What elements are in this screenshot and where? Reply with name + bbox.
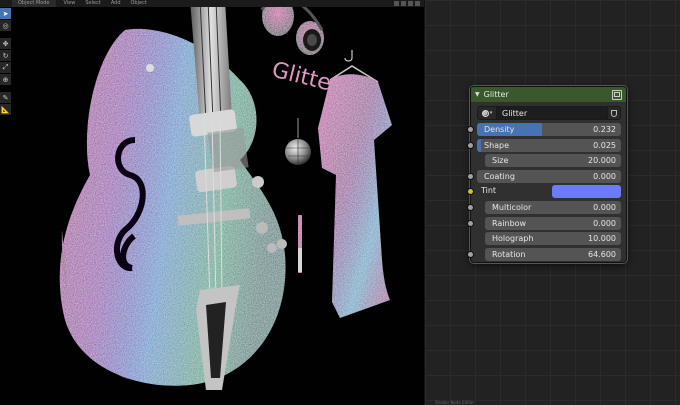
chevron-down-icon: ▾ [489, 110, 493, 116]
slider-label: Shape [484, 140, 510, 150]
slider-label: Multicolor [492, 202, 532, 212]
input-socket[interactable] [467, 141, 474, 149]
glitter-node[interactable]: ▼ Glitter ▾ Glitter Density 0.232 Shape 0.0… [467, 86, 627, 263]
node-group-icon[interactable] [612, 89, 622, 100]
input-row-coating: Coating 0.000 [467, 169, 626, 185]
input-row-size: Size 20.000 [471, 153, 626, 169]
shield-icon [611, 109, 617, 117]
fake-user-button[interactable] [608, 106, 621, 120]
viewport-render: Glitter [59, 0, 392, 390]
coating-slider[interactable]: Coating 0.000 [477, 169, 621, 183]
input-socket[interactable] [467, 203, 474, 211]
input-socket[interactable] [467, 126, 474, 133]
slider-value: 64.600 [588, 249, 616, 259]
slider-label: Coating [484, 171, 515, 181]
slider-value: 0.000 [593, 202, 616, 212]
slider-value: 10.000 [588, 234, 616, 244]
shader-node-editor[interactable]: ▼ Glitter ▾ Glitter Density 0.232 Shape 0.0… [424, 0, 680, 405]
annotate-tool-icon[interactable]: ✎ [0, 92, 11, 103]
transform-tool-icon[interactable]: ⊕ [0, 74, 11, 85]
node-group-browse-button[interactable]: ▾ [477, 106, 497, 120]
scale-tool-icon[interactable]: ⤢ [0, 62, 11, 73]
input-row-rotation: Rotation 64.600 [467, 247, 626, 263]
input-row-shape: Shape 0.025 [467, 138, 626, 154]
menu-select[interactable]: Select [83, 0, 102, 7]
node-group-name-field[interactable]: Glitter [497, 106, 608, 120]
holograph-slider[interactable]: Holograph 10.000 [485, 232, 621, 246]
multicolor-slider[interactable]: Multicolor 0.000 [485, 200, 621, 214]
slider-value: 0.000 [593, 171, 616, 181]
slider-value: 20.000 [588, 156, 616, 166]
slider-value: 0.232 [593, 125, 616, 134]
shading-icon[interactable] [415, 1, 420, 6]
slider-label: Size [492, 156, 509, 166]
editor-footer-text: Shader Node Editor [435, 400, 474, 405]
viewport-header: Object Mode View Select Add Object [0, 0, 424, 7]
density-slider[interactable]: Density 0.232 [477, 123, 621, 136]
3d-viewport[interactable]: Glitter Object Mode View Select Add Obje… [0, 0, 424, 405]
slider-value: 0.000 [593, 218, 616, 228]
menu-view[interactable]: View [62, 0, 78, 7]
node-title: Glitter [483, 90, 509, 99]
node-group-selector: ▾ Glitter [477, 106, 621, 120]
input-socket[interactable] [467, 172, 474, 180]
mode-dropdown[interactable]: Object Mode [12, 0, 56, 7]
input-socket[interactable] [467, 188, 474, 196]
rainbow-slider[interactable]: Rainbow 0.000 [485, 216, 621, 230]
node-header[interactable]: ▼ Glitter [471, 87, 626, 102]
input-socket[interactable] [467, 250, 474, 258]
input-row-tint: Tint [467, 184, 626, 200]
cursor-tool-icon[interactable]: ◎ [0, 20, 11, 31]
input-row-density: Density 0.232 [467, 122, 626, 138]
measure-tool-icon[interactable]: 📐 [0, 104, 11, 115]
slider-label: Rainbow [492, 218, 527, 228]
viewport-shading-buttons [392, 1, 424, 6]
slider-label: Holograph [492, 234, 534, 244]
collapse-arrow-icon[interactable]: ▼ [475, 91, 480, 98]
slider-label: Rotation [492, 249, 526, 259]
tint-label: Tint [481, 186, 497, 196]
slider-label: Density [484, 125, 515, 134]
shading-icon[interactable] [408, 1, 413, 6]
shading-icon[interactable] [401, 1, 406, 6]
size-slider[interactable]: Size 20.000 [485, 154, 621, 168]
slider-value: 0.025 [593, 140, 616, 150]
rotate-tool-icon[interactable]: ↻ [0, 50, 11, 61]
input-row-rainbow: Rainbow 0.000 [467, 216, 626, 232]
shading-icon[interactable] [394, 1, 399, 6]
input-row-multicolor: Multicolor 0.000 [467, 200, 626, 216]
tool-shelf: ➤ ◎ ✥ ↻ ⤢ ⊕ ✎ 📐 [0, 8, 11, 115]
input-row-holograph: Holograph 10.000 [471, 231, 626, 247]
input-socket[interactable] [467, 219, 474, 227]
tint-color-swatch[interactable] [552, 185, 621, 199]
rotation-slider[interactable]: Rotation 64.600 [485, 247, 621, 261]
select-tool-icon[interactable]: ➤ [0, 8, 11, 19]
move-tool-icon[interactable]: ✥ [0, 38, 11, 49]
shape-slider[interactable]: Shape 0.025 [477, 138, 621, 152]
menu-object[interactable]: Object [129, 0, 149, 7]
node-inputs: Density 0.232 Shape 0.025 Size 20.000 Coating 0… [467, 122, 626, 263]
menu-add[interactable]: Add [109, 0, 123, 7]
node-tree-icon [481, 109, 489, 117]
